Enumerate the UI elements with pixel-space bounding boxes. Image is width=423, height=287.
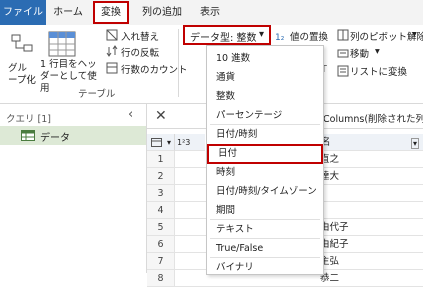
- reverse-rows-icon: [106, 45, 118, 57]
- reverse-rows-button[interactable]: 行の反転: [121, 45, 159, 59]
- row-number[interactable]: 7: [147, 253, 175, 270]
- unpivot-dropdown-icon[interactable]: ▾: [412, 29, 417, 40]
- row-number[interactable]: 1: [147, 151, 175, 168]
- menu-item[interactable]: True/False: [207, 239, 323, 259]
- tab-file[interactable]: ファイル: [0, 0, 46, 25]
- ribbon-tab-bar: ファイル ホーム 変換 列の追加 表示: [0, 0, 423, 25]
- menu-item[interactable]: 通貨: [207, 68, 323, 88]
- query-item[interactable]: データ: [0, 126, 146, 145]
- name-cell[interactable]: 直之: [317, 151, 423, 168]
- menu-item[interactable]: 10 進数: [207, 49, 323, 69]
- row-number[interactable]: 3: [147, 185, 175, 202]
- menu-item[interactable]: 期間: [207, 201, 323, 221]
- name-cell[interactable]: 達大: [317, 168, 423, 185]
- name-cell[interactable]: 由代子: [317, 219, 423, 236]
- ribbon-separator: [178, 29, 179, 97]
- unpivot-icon: [337, 29, 349, 41]
- count-rows-icon: [106, 62, 118, 74]
- menu-item[interactable]: バイナリ: [207, 258, 323, 278]
- cancel-icon[interactable]: ✕: [155, 108, 167, 124]
- first-row-header-icon: [48, 31, 76, 57]
- column-header[interactable]: 名 ▾: [317, 134, 423, 151]
- table-icon: [21, 130, 35, 141]
- group-by-button[interactable]: グループ化: [8, 63, 36, 87]
- move-icon: [337, 49, 349, 58]
- row-number[interactable]: 5: [147, 219, 175, 236]
- data-type-menu: 10 進数 通貨 整数 パーセンテージ 日付/時刻 日付 時刻 日付/時刻/タイムゾーン 期間テ…: [206, 45, 324, 275]
- transpose-icon: [106, 29, 118, 41]
- menu-item[interactable]: 日付/時刻/タイムゾーン: [207, 182, 323, 202]
- move-button[interactable]: 移動: [350, 46, 369, 60]
- replace-values-button[interactable]: 値の置換: [290, 29, 328, 43]
- table-group-label: テーブル: [78, 89, 116, 100]
- column-filter-icon[interactable]: ▾: [410, 138, 419, 149]
- row-number[interactable]: 6: [147, 236, 175, 253]
- replace-values-icon: 1₂: [275, 33, 285, 42]
- name-cell[interactable]: [317, 185, 423, 202]
- tab-view[interactable]: 表示: [196, 0, 224, 25]
- tab-transform[interactable]: 変換: [93, 1, 129, 24]
- queries-title: クエリ [1]: [6, 114, 51, 125]
- group-by-icon: [11, 34, 33, 52]
- formula-text[interactable]: Columns(削除された列: [323, 111, 423, 125]
- svg-text:1₂: 1₂: [275, 33, 285, 42]
- menu-item[interactable]: 時刻: [207, 163, 323, 183]
- queries-pane: クエリ [1] ‹ データ: [0, 104, 147, 273]
- data-type-button[interactable]: データ型: 整数 ▾: [183, 25, 271, 45]
- tab-add-column[interactable]: 列の追加: [136, 0, 188, 25]
- row-number[interactable]: 4: [147, 202, 175, 219]
- collapse-pane-icon[interactable]: ‹: [128, 107, 133, 122]
- row-number[interactable]: 2: [147, 168, 175, 185]
- chevron-down-icon: ▾: [259, 29, 265, 40]
- menu-item-selected[interactable]: 日付: [207, 144, 323, 164]
- name-cell[interactable]: [317, 202, 423, 219]
- table-menu-icon[interactable]: ▾: [147, 134, 175, 151]
- menu-item[interactable]: パーセンテージ: [207, 106, 323, 126]
- data-type-label: データ型: 整数: [190, 33, 257, 44]
- menu-item[interactable]: 整数: [207, 87, 323, 107]
- to-list-icon: [337, 65, 349, 77]
- name-cell[interactable]: 由紀子: [317, 236, 423, 253]
- transpose-button[interactable]: 入れ替え: [121, 29, 159, 43]
- move-dropdown-icon[interactable]: ▾: [375, 46, 380, 57]
- menu-item[interactable]: 日付/時刻: [207, 125, 323, 145]
- name-cell[interactable]: 主弘: [317, 253, 423, 270]
- menu-item[interactable]: テキスト: [207, 220, 323, 240]
- query-item-label: データ: [40, 133, 70, 144]
- to-list-button[interactable]: リストに変換: [350, 64, 407, 78]
- tab-home[interactable]: ホーム: [50, 0, 86, 25]
- column-type-icon[interactable]: 1²3: [175, 134, 205, 151]
